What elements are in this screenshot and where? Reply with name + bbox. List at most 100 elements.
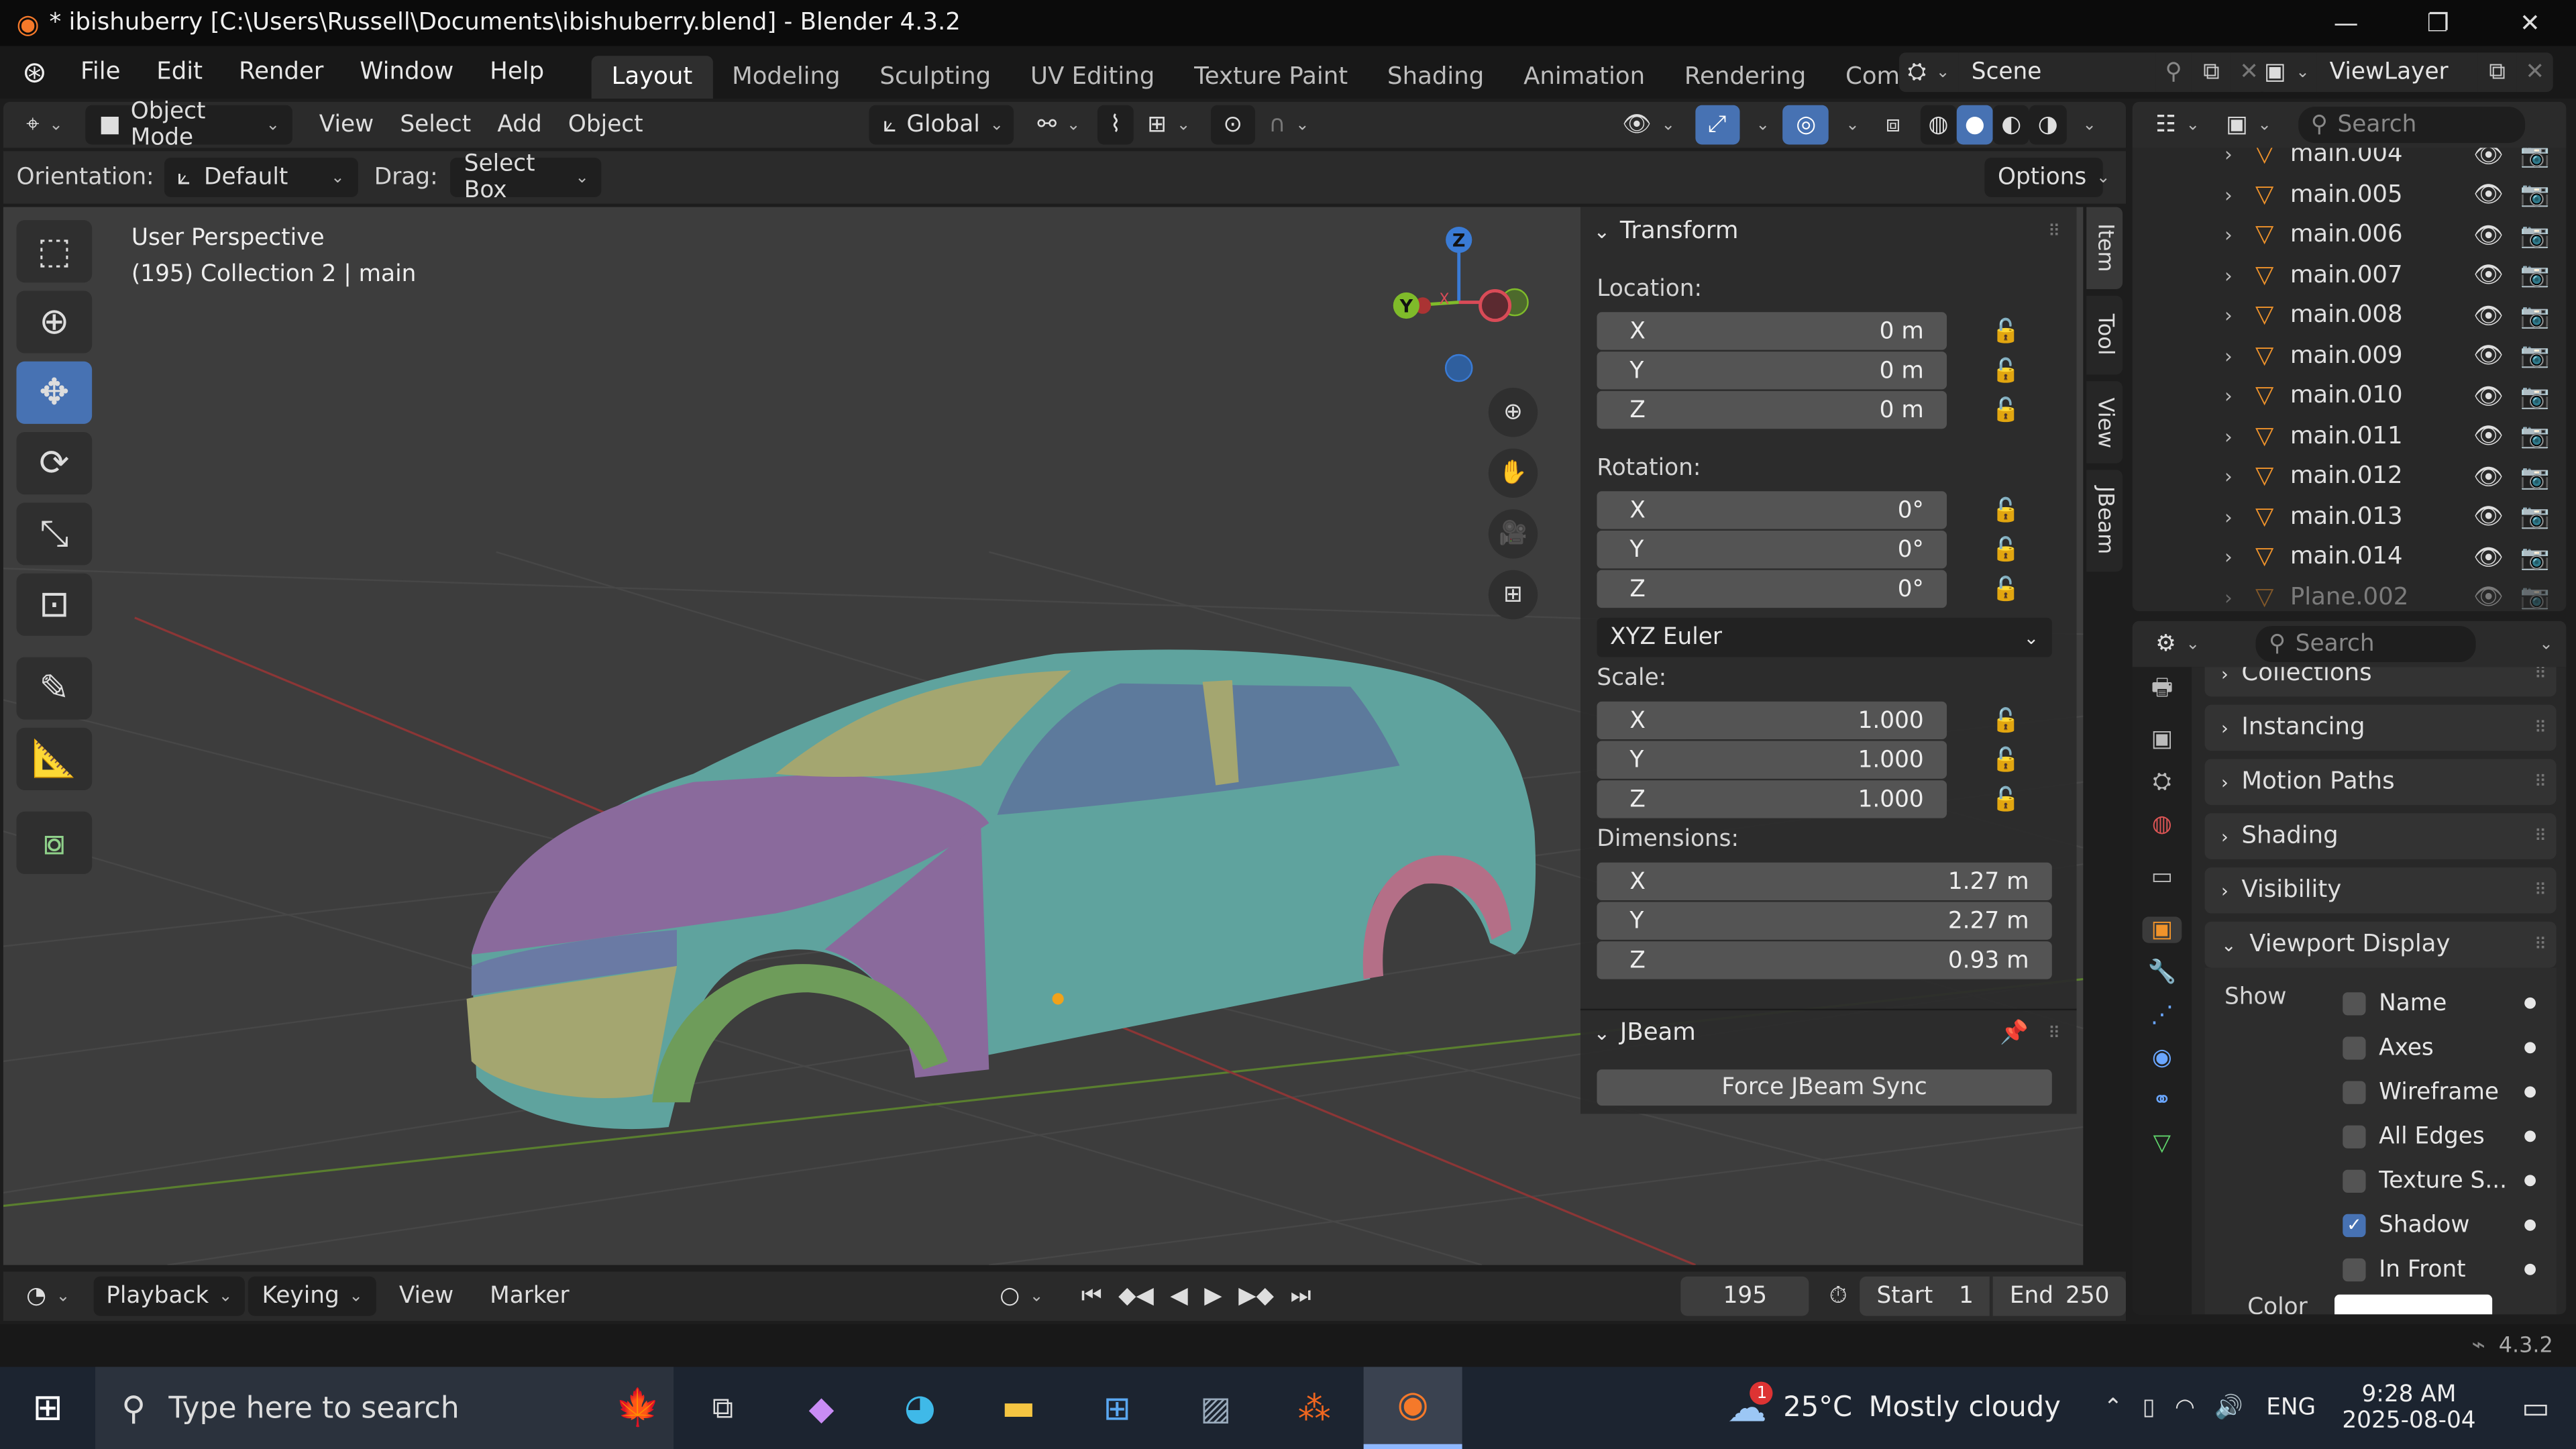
device-icon[interactable]: ▯ xyxy=(2143,1395,2155,1421)
view-layer-tab-icon[interactable]: ▣ xyxy=(2151,726,2173,752)
menu-object[interactable]: Object xyxy=(555,105,656,145)
notification-icon[interactable]: ▭ xyxy=(2522,1391,2550,1425)
outliner-item[interactable]: › ▽ main.011 👁 📷 xyxy=(2133,417,2567,457)
outliner-search-input[interactable]: ⚲ Search xyxy=(2298,107,2525,144)
edge-icon[interactable]: ◕ xyxy=(871,1367,969,1449)
display-option[interactable]: All Edges ● xyxy=(2343,1114,2556,1158)
color-swatch[interactable] xyxy=(2333,1294,2492,1315)
stopwatch-icon[interactable]: ⏱ xyxy=(1816,1277,1860,1316)
unlock-icon[interactable]: 🔓 xyxy=(1990,497,2023,523)
outliner-item[interactable]: › ▽ main.004 👁 📷 xyxy=(2133,148,2567,174)
menu-select[interactable]: Select xyxy=(387,105,484,145)
proportional-edit-icon[interactable]: ⊙ xyxy=(1210,105,1256,145)
weather-temp[interactable]: 25°C xyxy=(1783,1391,1852,1424)
timeline-view-menu[interactable]: View xyxy=(386,1277,467,1316)
properties-options-icon[interactable]: ⌄ xyxy=(2516,625,2566,664)
camera-icon[interactable]: 📷 xyxy=(2520,423,2550,450)
solid-shading-icon[interactable]: ● xyxy=(1956,105,1994,145)
unlock-icon[interactable]: 🔓 xyxy=(1990,358,2023,384)
restore-icon[interactable]: ❐ xyxy=(2392,0,2484,46)
pan-hand-icon[interactable]: ✋ xyxy=(1488,448,1538,498)
tab-texture-paint[interactable]: Texture Paint xyxy=(1175,56,1368,99)
outliner-item[interactable]: › ▽ main.014 👁 📷 xyxy=(2133,537,2567,578)
transform-panel-header[interactable]: ⌄ Transform ⠿ xyxy=(1580,207,2077,256)
keyframe-dot-icon[interactable]: ● xyxy=(2524,1039,2536,1055)
outliner-item[interactable]: › ▽ main.007 👁 📷 xyxy=(2133,256,2567,296)
chevron-right-icon[interactable]: › xyxy=(2224,345,2233,368)
rotation-mode-dropdown[interactable]: XYZ Euler ⌄ xyxy=(1597,617,2052,657)
camera-icon[interactable]: 📷 xyxy=(2520,584,2550,611)
chevron-right-icon[interactable]: › xyxy=(2224,506,2233,529)
chevron-right-icon[interactable]: › xyxy=(2224,264,2233,287)
chevron-right-icon[interactable]: › xyxy=(2224,224,2233,247)
overlays-dropdown-icon[interactable]: ⌄ xyxy=(1829,105,1866,145)
chevron-right-icon[interactable]: › xyxy=(2224,466,2233,488)
pin-icon[interactable]: ⚲ xyxy=(2155,52,2192,93)
display-option[interactable]: ✓ Shadow ● xyxy=(2343,1203,2556,1247)
move-icon[interactable]: ✥ xyxy=(16,361,93,424)
tab-item[interactable]: Item xyxy=(2086,207,2123,290)
unlock-icon[interactable]: 🔓 xyxy=(1990,537,2023,563)
properties-editor-icon[interactable]: ⚙ ⌄ xyxy=(2142,625,2212,664)
particles-tab-icon[interactable]: ⋰ xyxy=(2151,1002,2174,1028)
unlock-icon[interactable]: 🔓 xyxy=(1990,576,2023,602)
weather-cloud-icon[interactable]: ☁ 1 xyxy=(1727,1381,1774,1431)
scale-y-field[interactable]: Y 1.000 xyxy=(1597,741,1947,779)
eye-icon[interactable]: 👁 xyxy=(2473,463,2504,490)
camera-view-icon[interactable]: 🎥 xyxy=(1488,509,1538,559)
perspective-grid-icon[interactable]: ⊞ xyxy=(1488,570,1538,620)
camera-icon[interactable]: 📷 xyxy=(2520,262,2550,289)
eye-icon[interactable]: 👁 xyxy=(2473,503,2504,531)
tab-uv-editing[interactable]: UV Editing xyxy=(1011,56,1175,99)
outliner-item[interactable]: › ▽ main.005 👁 📷 xyxy=(2133,175,2567,215)
chevron-right-icon[interactable]: › xyxy=(2224,385,2233,408)
rotation-x-field[interactable]: X 0° xyxy=(1597,491,1947,529)
drag-dropdown[interactable]: Select Box ⌄ xyxy=(451,151,602,204)
scale-z-field[interactable]: Z 1.000 xyxy=(1597,780,1947,818)
render-tab-icon[interactable]: 🖶 xyxy=(2151,670,2173,710)
scene-name-field[interactable]: Scene xyxy=(1958,52,2156,93)
minimize-icon[interactable]: — xyxy=(2300,0,2392,46)
menu-help[interactable]: Help xyxy=(472,46,562,99)
close-icon[interactable]: ✕ xyxy=(2484,0,2576,46)
camera-icon[interactable]: 📷 xyxy=(2520,503,2550,531)
blender-taskbar-icon[interactable]: ◉ xyxy=(1363,1366,1462,1449)
outliner-item[interactable]: › ▽ main.010 👁 📷 xyxy=(2133,376,2567,417)
play-icon[interactable]: ▶ xyxy=(1196,1277,1230,1316)
weather-desc[interactable]: Mostly cloudy xyxy=(1869,1391,2061,1424)
clock[interactable]: 9:28 AM 2025-08-04 xyxy=(2342,1382,2475,1434)
location-z-field[interactable]: Z0 m xyxy=(1597,390,1947,429)
blender-menu-icon[interactable]: ⊛ xyxy=(7,55,62,89)
pin-icon[interactable]: 📌 xyxy=(2000,1020,2029,1046)
modifier-tab-icon[interactable]: 🔧 xyxy=(2148,959,2177,985)
dimension-z-field[interactable]: Z 0.93 m xyxy=(1597,941,2052,979)
navigation-gizmo[interactable]: Z Y X xyxy=(1383,217,1548,397)
tab-sculpting[interactable]: Sculpting xyxy=(860,56,1011,99)
section-viewport-display[interactable]: ⌄ Viewport Display ⠿ xyxy=(2204,921,2557,968)
drag-handle-icon[interactable]: ⠿ xyxy=(2048,1024,2060,1042)
display-option[interactable]: Wireframe ● xyxy=(2343,1069,2556,1114)
playback-dropdown[interactable]: Playback ⌄ xyxy=(93,1276,246,1316)
language-indicator[interactable]: ENG xyxy=(2266,1395,2316,1421)
view-layer-field[interactable]: ViewLayer xyxy=(2316,52,2478,93)
unlock-icon[interactable]: 🔓 xyxy=(1990,318,2023,344)
outliner-item[interactable]: › ▽ main.012 👁 📷 xyxy=(2133,457,2567,497)
object-tab-icon[interactable]: ▣ xyxy=(2143,916,2182,943)
jump-end-icon[interactable]: ⏭ xyxy=(1282,1277,1319,1316)
eye-icon[interactable]: 👁 xyxy=(2473,584,2504,611)
chevron-right-icon[interactable]: › xyxy=(2224,586,2233,609)
menu-add[interactable]: Add xyxy=(484,105,555,145)
keyframe-dot-icon[interactable]: ● xyxy=(2524,1083,2536,1099)
eye-icon[interactable]: 👁 xyxy=(2473,342,2504,370)
eye-icon[interactable]: 👁 xyxy=(2473,382,2504,410)
tab-layout[interactable]: Layout xyxy=(592,56,712,99)
tab-tool[interactable]: Tool xyxy=(2086,295,2123,375)
keyframe-dot-icon[interactable]: ● xyxy=(2524,1128,2536,1144)
physics-tab-icon[interactable]: ◉ xyxy=(2152,1045,2172,1071)
unlock-icon[interactable]: 🔓 xyxy=(1990,396,2023,423)
windows-start-icon[interactable]: ⊞ xyxy=(0,1367,95,1449)
play-reverse-icon[interactable]: ◀ xyxy=(1162,1277,1196,1316)
microsoft-store-icon[interactable]: ⊞ xyxy=(1068,1367,1167,1449)
display-option[interactable]: Axes ● xyxy=(2343,1025,2556,1069)
location-y-field[interactable]: Y0 m xyxy=(1597,352,1947,390)
